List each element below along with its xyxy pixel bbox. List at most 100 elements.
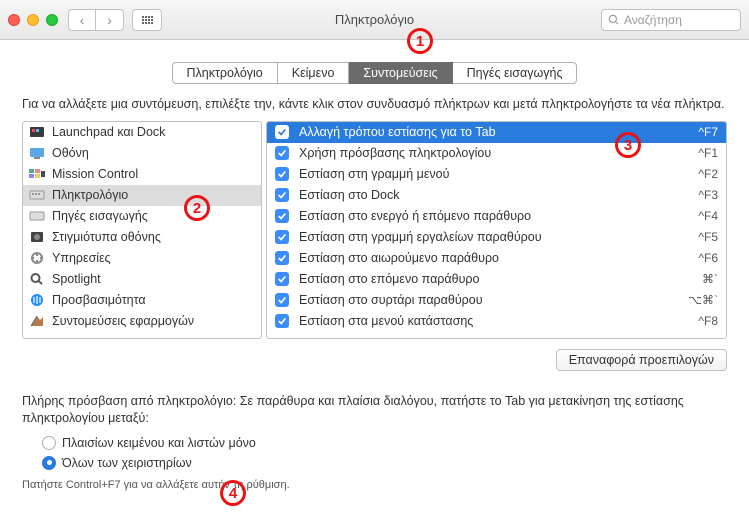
shortcut-row-1[interactable]: Χρήση πρόσβασης πληκτρολογίου ^F1 (267, 143, 726, 164)
sidebar-item-label: Στιγμιότυπα οθόνης (52, 230, 161, 244)
checkbox-icon[interactable] (275, 314, 289, 328)
shortcuts-list[interactable]: Αλλαγή τρόπου εστίασης για το Tab ^F7 Χρήσ… (266, 121, 727, 339)
shortcut-key[interactable]: ^F8 (698, 314, 718, 328)
sidebar-item-2[interactable]: Mission Control (23, 164, 261, 185)
sidebar-item-label: Οθόνη (52, 146, 89, 160)
radio-label: Όλων των χειριστηρίων (62, 456, 192, 470)
tabs-segmented-control: ΠληκτρολόγιοΚείμενοΣυντομεύσειςΠηγές εισ… (0, 62, 749, 84)
checkbox-icon[interactable] (275, 188, 289, 202)
sidebar-icon (29, 272, 45, 286)
tab-2[interactable]: Συντομεύσεις (349, 62, 452, 84)
search-input[interactable]: Αναζήτηση (601, 9, 741, 31)
sidebar-icon (29, 167, 45, 181)
shortcut-key[interactable]: ^F2 (698, 167, 718, 181)
checkbox-icon[interactable] (275, 209, 289, 223)
sidebar-item-label: Υπηρεσίες (52, 251, 111, 265)
restore-defaults-button[interactable]: Επαναφορά προεπιλογών (556, 349, 727, 371)
shortcut-row-6[interactable]: Εστίαση στο αιωρούμενο παράθυρο ^F6 (267, 248, 726, 269)
shortcut-row-0[interactable]: Αλλαγή τρόπου εστίασης για το Tab ^F7 (267, 122, 726, 143)
sidebar-item-3[interactable]: Πληκτρολόγιο (23, 185, 261, 206)
search-icon (608, 14, 620, 26)
shortcut-key[interactable]: ^F7 (698, 125, 718, 139)
shortcut-key[interactable]: ^F5 (698, 230, 718, 244)
radio-label: Πλαισίων κειμένου και λιστών μόνο (62, 436, 256, 450)
sidebar-icon (29, 146, 45, 160)
instruction-text: Για να αλλάξετε μια συντόμευση, επιλέξτε… (0, 84, 749, 121)
back-button[interactable]: ‹ (68, 9, 96, 31)
sidebar-item-5[interactable]: Στιγμιότυπα οθόνης (23, 227, 261, 248)
forward-button[interactable]: › (96, 9, 124, 31)
checkbox-icon[interactable] (275, 167, 289, 181)
sidebar-item-label: Συντομεύσεις εφαρμογών (52, 314, 194, 328)
checkbox-icon[interactable] (275, 125, 289, 139)
radio-option-0[interactable]: Πλαισίων κειμένου και λιστών μόνο (42, 433, 727, 453)
checkbox-icon[interactable] (275, 272, 289, 286)
search-placeholder: Αναζήτηση (624, 13, 682, 27)
radio-icon[interactable] (42, 436, 56, 450)
shortcut-row-3[interactable]: Εστίαση στο Dock ^F3 (267, 185, 726, 206)
radio-option-1[interactable]: Όλων των χειριστηρίων (42, 453, 727, 473)
sidebar-icon (29, 251, 45, 265)
shortcut-label: Εστίαση στο Dock (299, 188, 688, 202)
radio-icon[interactable] (42, 456, 56, 470)
nav-buttons: ‹ › (68, 9, 124, 31)
sidebar-item-label: Πηγές εισαγωγής (52, 209, 148, 223)
category-sidebar[interactable]: Launchpad και Dock Οθόνη Mission Control Πλ… (22, 121, 262, 339)
sidebar-item-1[interactable]: Οθόνη (23, 143, 261, 164)
shortcut-row-4[interactable]: Εστίαση στο ενεργό ή επόμενο παράθυρο ^F4 (267, 206, 726, 227)
minimize-icon[interactable] (27, 14, 39, 26)
full-keyboard-access-text: Πλήρης πρόσβαση από πληκτρολόγιο: Σε παρ… (0, 371, 749, 431)
shortcut-row-8[interactable]: Εστίαση στο συρτάρι παραθύρου ⌥⌘` (267, 290, 726, 311)
sidebar-item-7[interactable]: Spotlight (23, 269, 261, 290)
shortcut-label: Εστίαση στη γραμμή εργαλείων παραθύρου (299, 230, 688, 244)
sidebar-item-8[interactable]: Προσβασιμότητα (23, 290, 261, 311)
shortcut-label: Εστίαση στο επόμενο παράθυρο (299, 272, 692, 286)
shortcut-key[interactable]: ⌘` (702, 272, 718, 286)
shortcut-label: Χρήση πρόσβασης πληκτρολογίου (299, 146, 688, 160)
shortcut-label: Εστίαση στο αιωρούμενο παράθυρο (299, 251, 688, 265)
sidebar-item-9[interactable]: Συντομεύσεις εφαρμογών (23, 311, 261, 332)
sidebar-icon (29, 293, 45, 307)
titlebar: ‹ › Πληκτρολόγιο Αναζήτηση (0, 0, 749, 40)
grid-icon (142, 16, 153, 24)
shortcut-row-5[interactable]: Εστίαση στη γραμμή εργαλείων παραθύρου ^F… (267, 227, 726, 248)
sidebar-icon (29, 125, 45, 139)
checkbox-icon[interactable] (275, 251, 289, 265)
shortcut-key[interactable]: ^F3 (698, 188, 718, 202)
zoom-icon[interactable] (46, 14, 58, 26)
sidebar-item-6[interactable]: Υπηρεσίες (23, 248, 261, 269)
tab-0[interactable]: Πληκτρολόγιο (172, 62, 278, 84)
sidebar-item-label: Προσβασιμότητα (52, 293, 146, 307)
shortcut-label: Εστίαση στη γραμμή μενού (299, 167, 688, 181)
shortcut-row-7[interactable]: Εστίαση στο επόμενο παράθυρο ⌘` (267, 269, 726, 290)
hint-text: Πατήστε Control+F7 για να αλλάξετε αυτήν… (0, 473, 749, 491)
show-all-button[interactable] (132, 9, 162, 31)
sidebar-item-0[interactable]: Launchpad και Dock (23, 122, 261, 143)
keyboard-access-radio-group: Πλαισίων κειμένου και λιστών μόνο Όλων τω… (0, 431, 749, 473)
sidebar-icon (29, 314, 45, 328)
sidebar-item-label: Spotlight (52, 272, 101, 286)
sidebar-item-4[interactable]: Πηγές εισαγωγής (23, 206, 261, 227)
shortcut-row-2[interactable]: Εστίαση στη γραμμή μενού ^F2 (267, 164, 726, 185)
sidebar-icon (29, 230, 45, 244)
shortcut-key[interactable]: ^F6 (698, 251, 718, 265)
shortcut-label: Εστίαση στα μενού κατάστασης (299, 314, 688, 328)
window-controls (8, 14, 58, 26)
shortcut-key[interactable]: ^F4 (698, 209, 718, 223)
shortcut-label: Αλλαγή τρόπου εστίασης για το Tab (299, 125, 688, 139)
checkbox-icon[interactable] (275, 146, 289, 160)
sidebar-icon (29, 209, 45, 223)
shortcut-key[interactable]: ⌥⌘` (688, 293, 718, 307)
shortcut-label: Εστίαση στο ενεργό ή επόμενο παράθυρο (299, 209, 688, 223)
shortcut-key[interactable]: ^F1 (698, 146, 718, 160)
sidebar-item-label: Πληκτρολόγιο (52, 188, 128, 202)
tab-1[interactable]: Κείμενο (278, 62, 350, 84)
tab-3[interactable]: Πηγές εισαγωγής (453, 62, 578, 84)
shortcut-row-9[interactable]: Εστίαση στα μενού κατάστασης ^F8 (267, 311, 726, 332)
close-icon[interactable] (8, 14, 20, 26)
checkbox-icon[interactable] (275, 230, 289, 244)
checkbox-icon[interactable] (275, 293, 289, 307)
sidebar-icon (29, 188, 45, 202)
sidebar-item-label: Launchpad και Dock (52, 125, 165, 139)
shortcut-label: Εστίαση στο συρτάρι παραθύρου (299, 293, 678, 307)
